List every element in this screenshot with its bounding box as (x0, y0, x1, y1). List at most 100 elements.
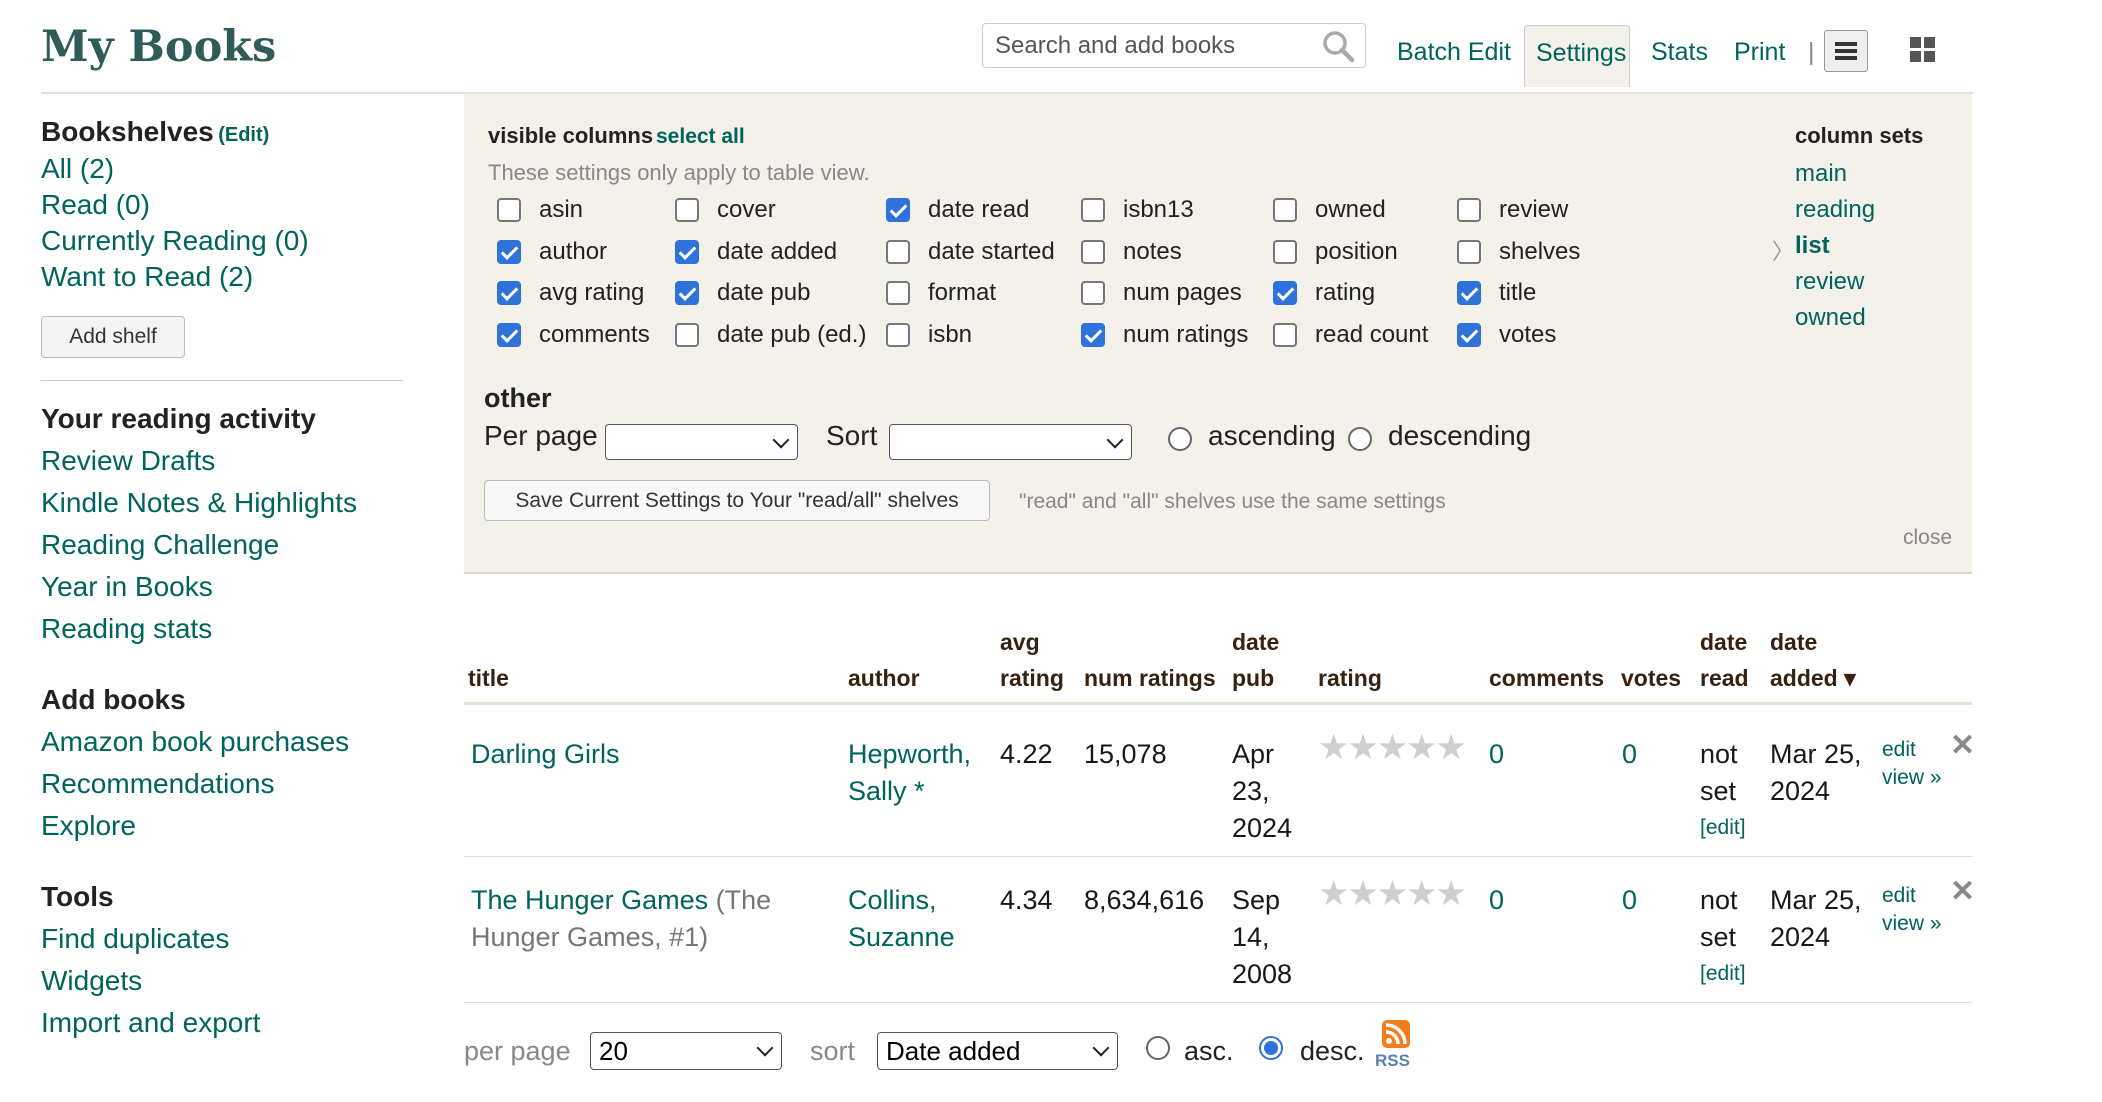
ascending-radio[interactable] (1168, 427, 1192, 451)
column-checkbox[interactable] (1273, 281, 1297, 305)
star-rating-widget[interactable]: ★★★★★ (1318, 874, 1467, 914)
search-icon[interactable] (1321, 29, 1355, 63)
column-checkbox[interactable] (1081, 281, 1105, 305)
descending-radio[interactable] (1348, 427, 1372, 451)
row-divider (464, 1002, 1972, 1003)
column-checkbox[interactable] (886, 198, 910, 222)
edit-shelves-link[interactable]: (Edit) (218, 124, 269, 146)
column-checkbox[interactable] (886, 240, 910, 264)
shelf-read[interactable]: Read (0) (41, 189, 150, 221)
edit-link[interactable]: edit (1882, 736, 1916, 764)
reading-stats-link[interactable]: Reading stats (41, 613, 212, 645)
print-link[interactable]: Print (1734, 38, 1785, 67)
settings-tab[interactable]: Settings (1524, 25, 1630, 87)
rss-label[interactable]: RSS (1375, 1051, 1410, 1071)
per-page-select[interactable] (605, 424, 798, 460)
year-in-books-link[interactable]: Year in Books (41, 571, 213, 603)
batch-edit-link[interactable]: Batch Edit (1397, 38, 1511, 67)
import-export-link[interactable]: Import and export (41, 1007, 260, 1039)
widgets-link[interactable]: Widgets (41, 965, 142, 997)
reading-challenge-link[interactable]: Reading Challenge (41, 529, 279, 561)
column-checkbox[interactable] (497, 240, 521, 264)
remove-book-icon[interactable]: ✕ (1950, 874, 1975, 909)
comments-count[interactable]: 0 (1489, 736, 1504, 773)
column-checkbox[interactable] (1273, 198, 1297, 222)
rss-icon[interactable] (1382, 1020, 1410, 1048)
star-rating-widget[interactable]: ★★★★★ (1318, 728, 1467, 768)
chevron-down-icon (756, 1039, 774, 1057)
column-checkbox[interactable] (886, 281, 910, 305)
amazon-purchases-link[interactable]: Amazon book purchases (41, 726, 349, 758)
column-checkbox[interactable] (675, 323, 699, 347)
remove-book-icon[interactable]: ✕ (1950, 728, 1975, 763)
author-link[interactable]: Hepworth, Sally * (848, 736, 971, 810)
column-checkbox[interactable] (1081, 323, 1105, 347)
column-checkbox-label: date pub (717, 279, 811, 306)
column-set-review[interactable]: review (1795, 268, 1864, 296)
column-checkbox[interactable] (886, 323, 910, 347)
close-settings-link[interactable]: close (1903, 526, 1952, 550)
edit-link[interactable]: edit (1882, 882, 1916, 910)
recommendations-link[interactable]: Recommendations (41, 768, 274, 800)
view-link[interactable]: view » (1882, 764, 1942, 792)
column-set-reading[interactable]: reading (1795, 196, 1875, 224)
stats-link[interactable]: Stats (1651, 38, 1708, 67)
header-date-added[interactable]: date added ▾ (1770, 624, 1856, 696)
grid-view-icon[interactable] (1910, 37, 1936, 63)
footer-per-page-select[interactable]: 20 (590, 1032, 782, 1070)
date-read-edit-link[interactable]: [edit] (1700, 960, 1746, 988)
column-checkbox[interactable] (1457, 198, 1481, 222)
shelf-currently-reading[interactable]: Currently Reading (0) (41, 225, 309, 257)
votes-count[interactable]: 0 (1622, 736, 1637, 773)
select-all-link[interactable]: select all (656, 125, 745, 149)
column-checkbox[interactable] (675, 281, 699, 305)
comments-count[interactable]: 0 (1489, 882, 1504, 919)
sort-select[interactable] (889, 424, 1132, 460)
header-votes[interactable]: votes (1621, 660, 1681, 696)
header-date-pub[interactable]: date pub (1232, 624, 1279, 696)
footer-desc-radio[interactable] (1259, 1036, 1283, 1060)
kindle-notes-link[interactable]: Kindle Notes & Highlights (41, 487, 357, 519)
header-date-read[interactable]: date read (1700, 624, 1749, 696)
date-read-edit-link[interactable]: [edit] (1700, 814, 1746, 842)
column-checkbox[interactable] (497, 323, 521, 347)
column-set-list[interactable]: list (1795, 232, 1830, 260)
column-set-main[interactable]: main (1795, 160, 1847, 188)
header-avg-rating-line2: rating (1000, 665, 1064, 691)
explore-link[interactable]: Explore (41, 810, 136, 842)
header-num-ratings[interactable]: num ratings (1084, 660, 1216, 696)
author-link[interactable]: Collins, Suzanne (848, 882, 955, 956)
header-title[interactable]: title (468, 660, 509, 696)
add-shelf-button[interactable]: Add shelf (41, 316, 185, 358)
column-checkbox[interactable] (1273, 240, 1297, 264)
view-link[interactable]: view » (1882, 910, 1942, 938)
footer-asc-radio[interactable] (1146, 1036, 1170, 1060)
column-checkbox[interactable] (1457, 281, 1481, 305)
column-checkbox[interactable] (1273, 323, 1297, 347)
column-checkbox[interactable] (1081, 240, 1105, 264)
search-input[interactable] (993, 30, 1307, 62)
column-set-owned[interactable]: owned (1795, 304, 1866, 332)
column-checkbox[interactable] (1457, 323, 1481, 347)
review-drafts-link[interactable]: Review Drafts (41, 445, 215, 477)
book-title-link[interactable]: The Hunger Games (471, 885, 708, 915)
column-checkbox[interactable] (1457, 240, 1481, 264)
header-rating[interactable]: rating (1318, 660, 1382, 696)
column-checkbox[interactable] (497, 198, 521, 222)
column-checkbox[interactable] (1081, 198, 1105, 222)
header-avg-rating[interactable]: avg rating (1000, 624, 1064, 696)
header-author[interactable]: author (848, 660, 920, 696)
list-view-button[interactable] (1824, 30, 1868, 72)
footer-sort-select[interactable]: Date added (877, 1032, 1118, 1070)
header-comments[interactable]: comments (1489, 660, 1604, 696)
search-box[interactable] (982, 23, 1366, 68)
shelf-want-to-read[interactable]: Want to Read (2) (41, 261, 253, 293)
save-settings-button[interactable]: Save Current Settings to Your "read/all"… (484, 480, 990, 521)
book-title-link[interactable]: Darling Girls (471, 736, 620, 773)
shelf-all[interactable]: All (2) (41, 153, 114, 185)
votes-count[interactable]: 0 (1622, 882, 1637, 919)
find-duplicates-link[interactable]: Find duplicates (41, 923, 229, 955)
column-checkbox[interactable] (497, 281, 521, 305)
column-checkbox[interactable] (675, 240, 699, 264)
column-checkbox[interactable] (675, 198, 699, 222)
